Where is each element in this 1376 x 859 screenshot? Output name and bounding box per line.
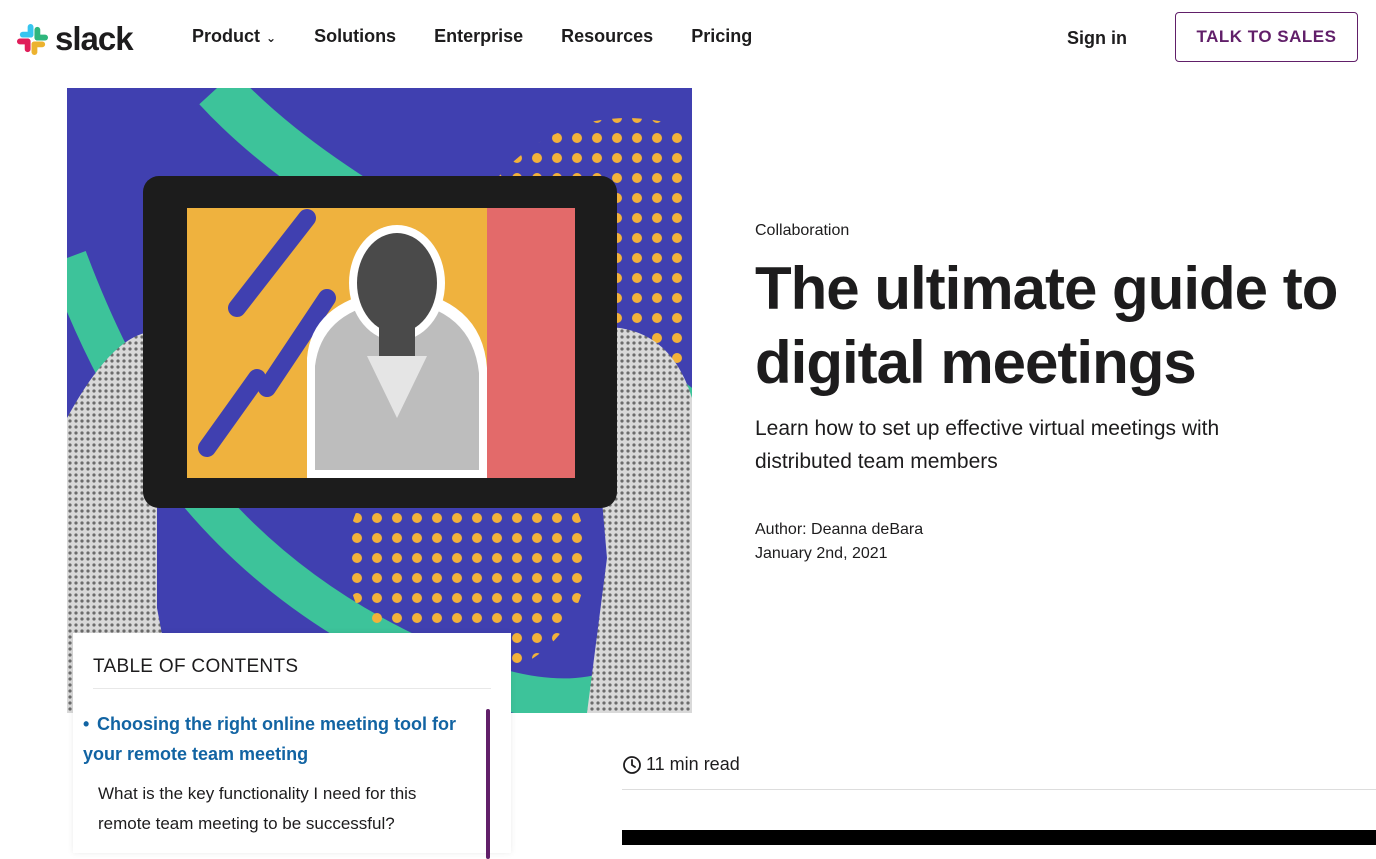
- read-time: 11 min read: [622, 754, 740, 775]
- toc-scroll-indicator: [486, 709, 490, 859]
- site-header: slack Product ⌄ Solutions Enterprise Res…: [0, 0, 1376, 76]
- toc-title: TABLE OF CONTENTS: [93, 656, 299, 677]
- publish-date: January 2nd, 2021: [755, 545, 888, 562]
- article-subtitle: Learn how to set up effective virtual me…: [755, 417, 1220, 473]
- nav-resources[interactable]: Resources: [561, 26, 653, 47]
- toc-item-active-label: Choosing the right online meeting tool f…: [83, 714, 456, 764]
- article-title: The ultimate guide to digital meetings: [755, 255, 1338, 396]
- read-time-label: 11 min read: [646, 754, 740, 774]
- media-embed-top: [622, 830, 1376, 845]
- content-divider: [622, 789, 1376, 790]
- author-line: Author: Deanna deBara: [755, 521, 924, 538]
- slack-logo-icon: [16, 23, 49, 55]
- toc-item-active[interactable]: • Choosing the right online meeting tool …: [83, 709, 463, 769]
- hero-illustration: [67, 88, 692, 713]
- talk-to-sales-button[interactable]: TALK TO SALES: [1175, 12, 1358, 62]
- sign-in-link[interactable]: Sign in: [1067, 28, 1127, 49]
- clock-icon: [623, 755, 641, 774]
- bullet-icon: •: [83, 714, 90, 734]
- chevron-down-icon: ⌄: [266, 30, 277, 45]
- nav-product[interactable]: Product ⌄: [192, 26, 276, 47]
- nav-solutions[interactable]: Solutions: [314, 26, 396, 47]
- nav-product-label: Product: [192, 26, 261, 46]
- table-of-contents: TABLE OF CONTENTS • Choosing the right on…: [73, 633, 511, 859]
- article-meta: Author: Deanna deBara January 2nd, 2021: [755, 518, 923, 566]
- nav-enterprise[interactable]: Enterprise: [434, 26, 523, 47]
- slack-logo[interactable]: slack: [16, 20, 134, 58]
- logo-wordmark: slack: [55, 20, 134, 57]
- nav-pricing[interactable]: Pricing: [691, 26, 752, 47]
- toc-divider: [93, 688, 491, 689]
- toc-item[interactable]: What is the key functionality I need for…: [98, 779, 468, 839]
- article-category[interactable]: Collaboration: [755, 222, 849, 240]
- hero-illustration-graphic: [67, 88, 692, 713]
- main-nav: Product ⌄ Solutions Enterprise Resources…: [192, 26, 752, 47]
